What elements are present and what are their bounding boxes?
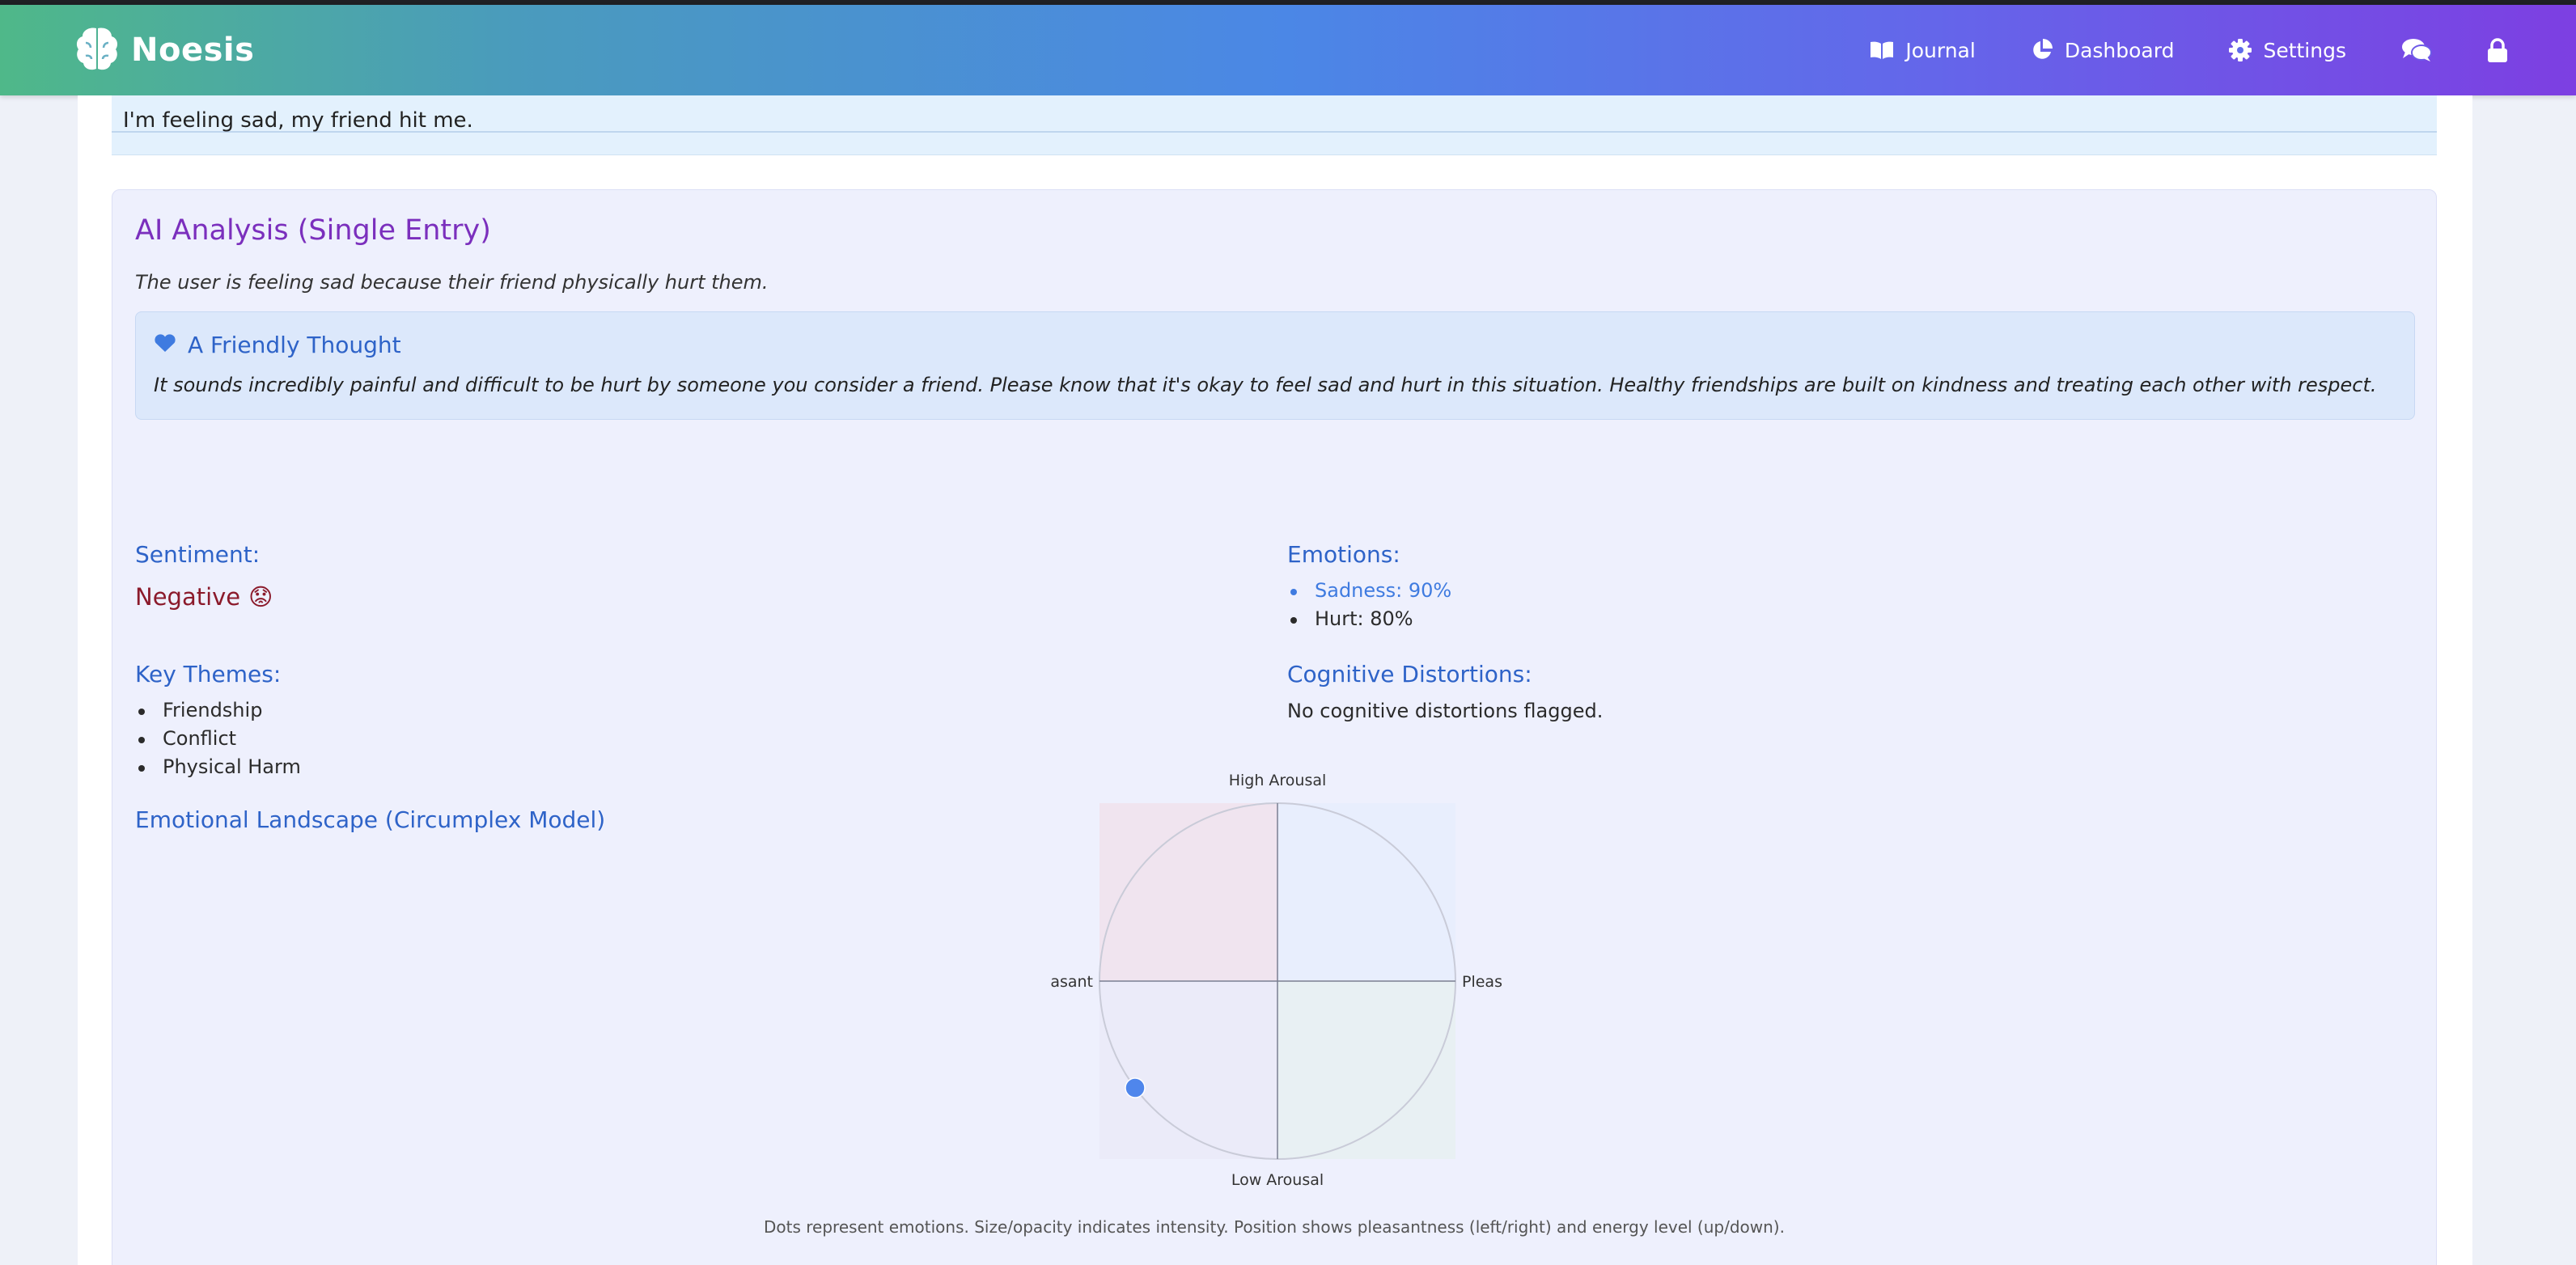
pie-chart-icon — [2031, 39, 2053, 61]
nav-chat[interactable] — [2401, 38, 2432, 62]
analysis-title: AI Analysis (Single Entry) — [135, 214, 491, 247]
circumplex-chart: High Arousal Low Arousal asant Pleas — [1050, 772, 1502, 1189]
list-item: Conflict — [135, 725, 301, 753]
sentiment-heading: Sentiment: — [135, 541, 261, 568]
worried-face-emoji: 😟 — [248, 583, 273, 611]
axis-label-top: High Arousal — [1229, 772, 1327, 789]
main-content: I'm feeling sad, my friend hit me. AI An… — [78, 95, 2472, 1265]
nav-journal[interactable]: Journal — [1870, 38, 1976, 62]
sentiment-text: Negative — [135, 583, 241, 611]
nav-settings-label: Settings — [2263, 38, 2346, 62]
emotional-landscape-heading: Emotional Landscape (Circumplex Model) — [135, 806, 606, 833]
chat-bubbles-icon — [2401, 38, 2432, 62]
nav-menu: Journal Dashboard Settings — [1815, 5, 2508, 95]
list-item: Sadness: 90% — [1287, 577, 1451, 605]
journal-entry-box: I'm feeling sad, my friend hit me. — [112, 95, 2437, 155]
gear-icon — [2229, 39, 2252, 61]
analysis-card: AI Analysis (Single Entry) The user is f… — [112, 189, 2437, 1265]
emotions-heading: Emotions: — [1287, 541, 1400, 568]
quadrant-bottom-left — [1099, 981, 1277, 1159]
quadrant-bottom-right — [1277, 981, 1455, 1159]
sentiment-value: Negative 😟 — [135, 583, 273, 611]
friendly-thought-title: A Friendly Thought — [188, 332, 401, 358]
emotion-point[interactable] — [1125, 1077, 1146, 1098]
nav-dashboard[interactable]: Dashboard — [2031, 38, 2175, 62]
axis-label-bottom: Low Arousal — [1231, 1171, 1324, 1189]
heart-icon — [154, 332, 176, 358]
nav-settings[interactable]: Settings — [2229, 39, 2346, 62]
brand-name: Noesis — [131, 32, 255, 69]
axis-label-left: asant — [1050, 973, 1093, 991]
emotion-points — [1125, 1077, 1146, 1098]
navbar: Noesis Journal Dashboard Settings — [0, 5, 2576, 95]
quadrant-top-left — [1099, 803, 1277, 981]
cognitive-distortions-heading: Cognitive Distortions: — [1287, 661, 1532, 688]
friendly-thought-header: A Friendly Thought — [154, 332, 401, 358]
cognitive-distortions-text: No cognitive distortions flagged. — [1287, 700, 1604, 722]
brain-icon — [74, 25, 120, 75]
nav-dashboard-label: Dashboard — [2064, 38, 2175, 62]
brand[interactable]: Noesis — [74, 24, 254, 76]
book-open-icon — [1870, 40, 1894, 60]
analysis-summary: The user is feeling sad because their fr… — [135, 271, 769, 294]
key-themes-list: Friendship Conflict Physical Harm — [135, 696, 301, 781]
nav-lock[interactable] — [2487, 38, 2508, 62]
list-item: Friendship — [135, 696, 301, 725]
lock-icon — [2487, 38, 2508, 62]
axis-label-right: Pleas — [1462, 973, 1502, 991]
list-item: Physical Harm — [135, 753, 301, 781]
journal-entry-text: I'm feeling sad, my friend hit me. — [123, 108, 473, 133]
list-item: Hurt: 80% — [1287, 605, 1451, 633]
friendly-thought-box: A Friendly Thought It sounds incredibly … — [135, 311, 2415, 420]
chart-caption: Dots represent emotions. Size/opacity in… — [764, 1217, 1785, 1237]
quadrant-top-right — [1277, 803, 1455, 981]
nav-journal-label: Journal — [1905, 38, 1976, 62]
friendly-thought-text: It sounds incredibly painful and difficu… — [154, 374, 2377, 396]
emotions-list: Sadness: 90% Hurt: 80% — [1287, 577, 1451, 633]
key-themes-heading: Key Themes: — [135, 661, 282, 688]
